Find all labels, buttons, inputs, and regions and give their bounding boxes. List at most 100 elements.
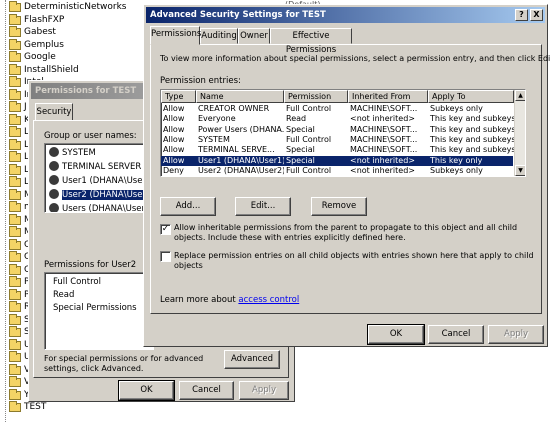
permission-entry-row[interactable]: Deny User2 (DHANA\User2) Full Control <not … [161,166,513,176]
permission-entry-row[interactable]: Allow CREATOR OWNER Full Control MACHINE\SO… [161,104,513,114]
adv-ok-button[interactable]: OK [367,324,425,345]
access-control-link[interactable]: access control [238,295,299,305]
permission-entry-row[interactable]: Allow SYSTEM Full Control MACHINE\SOFT... Th… [161,134,514,145]
permission-list[interactable]: Full Control Read Special Permissions [44,272,154,350]
tree-item-label: J [24,102,27,112]
folder-icon [9,276,21,287]
tab-effective-permissions[interactable]: Effective Permissions [270,28,352,55]
replace-permission-checkbox[interactable] [160,251,171,262]
permission-entries-list[interactable]: Type Name Permission Inherited From Appl… [160,89,526,177]
entry-cell-apply: This key and subkeys [430,134,514,144]
entry-cell-inherited: MACHINE\SOFT... [350,124,418,134]
allow-inheritable-checkbox[interactable]: ✓ [160,224,171,235]
tab-auditing[interactable]: Auditing [200,28,238,44]
advanced-button[interactable]: Advanced [224,350,280,369]
allow-inheritable-label[interactable]: Allow inheritable permissions from the p… [174,223,534,243]
entry-cell-apply: This key and subkeys [430,114,514,124]
perm-ok-button[interactable]: OK [118,380,175,401]
folder-icon [9,388,21,400]
checkmark-icon: ✓ [161,224,170,234]
help-button[interactable]: ? [515,9,528,21]
column-header-name[interactable]: Name [196,90,284,103]
column-header-type[interactable]: Type [161,90,196,103]
entry-cell-name: TERMINAL SERVE... [198,145,275,155]
folder-icon [9,26,21,37]
column-header-permission[interactable]: Permission [284,90,348,103]
column-header-apply-to[interactable]: Apply To [428,90,514,103]
learn-more-prefix: Learn more about [160,295,239,305]
entry-cell-type: Deny [163,165,184,175]
tab-owner[interactable]: Owner [238,28,270,44]
perm-apply-button[interactable]: Apply [239,381,289,400]
tab-security[interactable]: Security [35,103,73,121]
perm-cancel-button[interactable]: Cancel [179,381,234,400]
user-name: User2 (DHANA\User2 [60,189,153,201]
user-icon [49,174,59,185]
edit-button[interactable]: Edit... [235,197,291,216]
group-or-user-label: Group or user names: [44,131,137,141]
intro-text: To view more information about special p… [160,54,550,63]
adv-cancel-button[interactable]: Cancel [428,325,484,344]
scroll-up-icon[interactable]: ▲ [515,90,525,101]
entry-cell-permission: Special [286,124,315,134]
tab-permissions[interactable]: Permissions [150,26,201,45]
tree-item-label: FlashFXP [24,14,65,25]
user-list-item[interactable]: TERMINAL SERVER [49,160,142,174]
permissions-title: Permissions for TEST [35,86,137,96]
advanced-titlebar[interactable]: Advanced Security Settings for TEST ? X [146,7,545,23]
tree-item-label: Google [24,52,56,62]
column-header-inherited-from[interactable]: Inherited From [348,90,428,103]
entries-scrollbar[interactable]: ▲ ▼ [514,90,525,176]
entry-cell-inherited: <not inherited> [350,165,415,175]
entry-cell-type: Allow [163,124,185,134]
folder-icon [9,101,21,112]
user-name: TERMINAL SERVER [62,162,142,172]
folder-icon [9,201,21,212]
replace-permission-label[interactable]: Replace permission entries on all child … [174,251,534,271]
user-list[interactable]: SYSTEM TERMINAL SERVER User1 (DHANA\User1 U… [44,143,154,213]
folder-icon [9,13,21,25]
folder-icon [9,63,21,75]
tree-item-label: DeterministicNetworks [24,2,127,12]
permission-entry-row[interactable]: Allow TERMINAL SERVE... Special MACHINE\SOF… [161,145,514,155]
permission-item: Special Permissions [53,303,137,313]
folder-icon [9,313,21,325]
entry-cell-inherited: MACHINE\SOFT... [350,134,418,144]
user-icon [49,146,59,157]
folder-icon [9,126,21,137]
entry-cell-name: User2 (DHANA\User2) [198,165,284,175]
adv-apply-button[interactable]: Apply [488,325,544,344]
advanced-security-dialog[interactable]: Advanced Security Settings for TEST ? X … [143,4,550,347]
add-button[interactable]: Add... [160,197,216,216]
scroll-down-icon[interactable]: ▼ [515,165,525,176]
tree-item-label: InstallShield [24,64,79,75]
user-list-item[interactable]: User2 (DHANA\User2 [49,188,153,202]
user-icon [49,202,59,212]
permission-item: Read [53,290,75,300]
permission-item: Full Control [53,277,101,287]
permissions-for-label: Permissions for User2 [44,260,137,270]
folder-icon [9,351,21,362]
folder-icon [9,38,21,50]
folder-icon [9,51,21,62]
entry-cell-permission: Full Control [286,165,332,175]
tree-item-label: TEST [24,402,47,412]
entry-cell-name: Power Users (DHANA... [198,124,284,134]
entry-cell-type: Allow [163,134,185,144]
entry-cell-inherited: <not inherited> [350,114,415,124]
permission-entry-row[interactable]: Allow Power Users (DHANA... Special MACHINE… [161,124,514,135]
tree-item-label: Gabest [24,27,56,37]
permission-entry-row[interactable]: Allow User1 (DHANA\User1) Special <not inhe… [161,155,513,166]
folder-icon [9,363,21,375]
user-list-item[interactable]: SYSTEM [49,146,96,160]
entry-cell-apply: This key and subkeys [430,124,514,134]
entry-cell-type: Allow [163,145,185,155]
folder-icon [9,326,21,337]
user-list-item[interactable]: User1 (DHANA\User1 [49,174,152,188]
user-name: User1 (DHANA\User1 [62,176,152,186]
close-button[interactable]: X [530,9,543,21]
folder-icon [9,138,21,150]
user-list-item[interactable]: Users (DHANA\Users [49,202,149,212]
permission-entry-row[interactable]: Allow Everyone Read <not inherited> This key… [161,114,514,124]
remove-button[interactable]: Remove [311,197,367,216]
